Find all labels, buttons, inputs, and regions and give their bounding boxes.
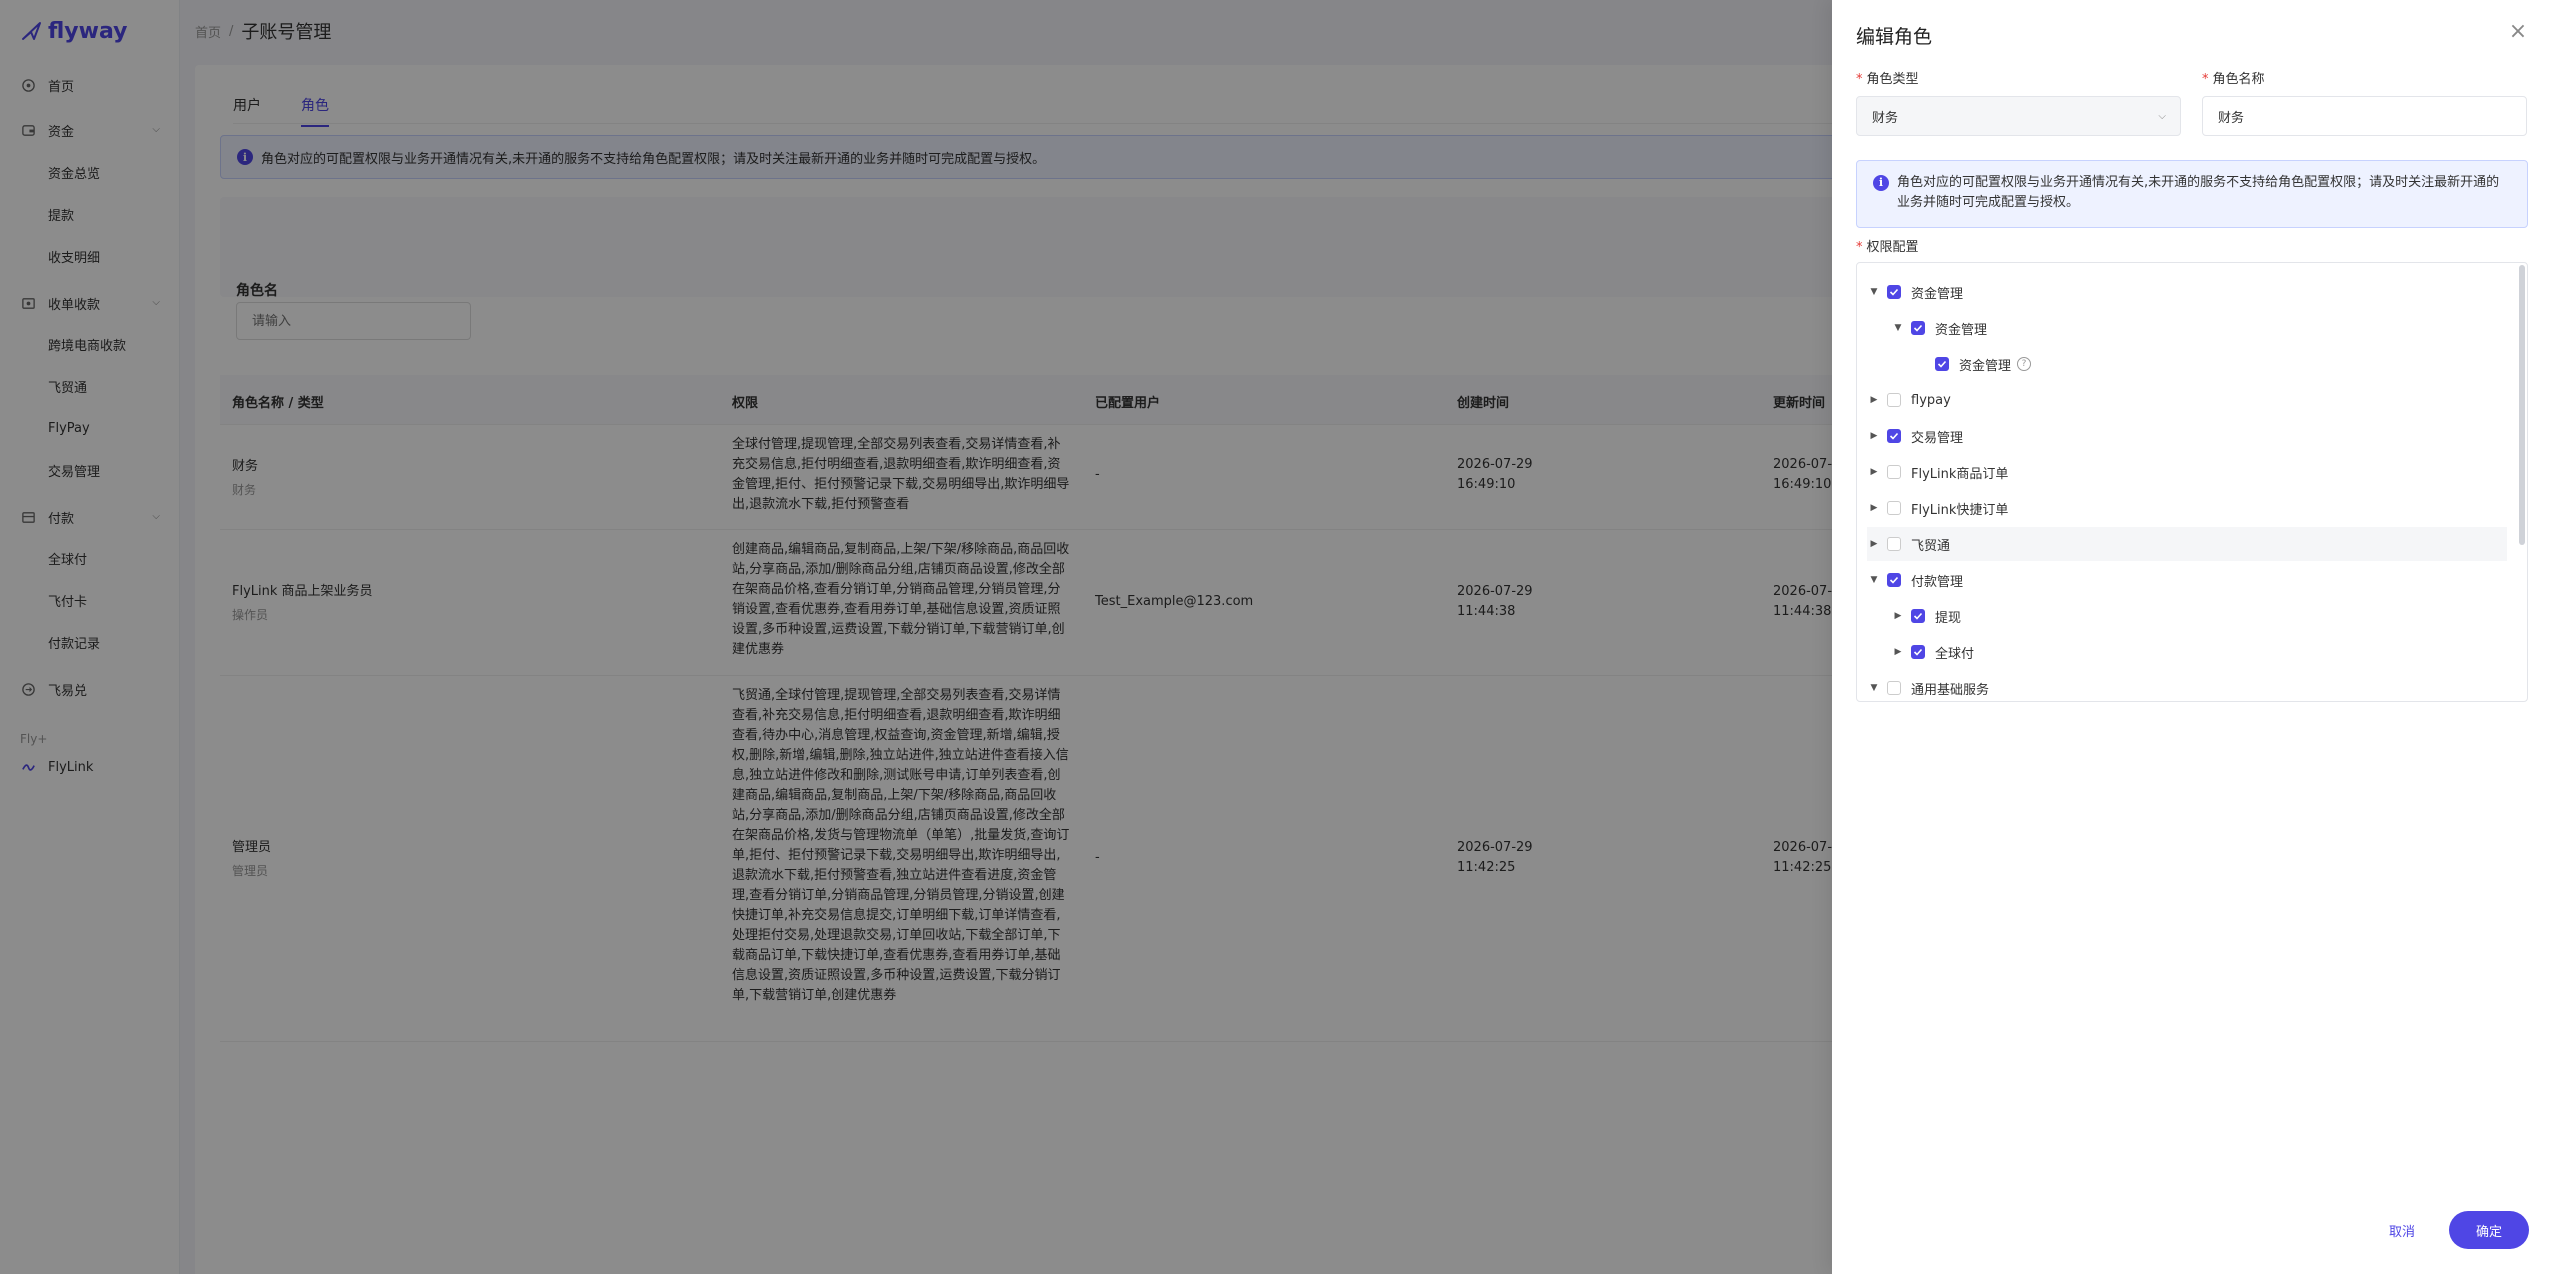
tree-node-label: 资金管理 (1911, 286, 1964, 302)
role-name-input-field[interactable] (2202, 96, 2527, 136)
caret-right-icon[interactable]: ▶ (1867, 501, 1881, 515)
tree-node[interactable]: 资金管理? (1867, 347, 2507, 381)
tree-checkbox[interactable] (1887, 537, 1901, 551)
help-icon[interactable]: ? (2017, 357, 2032, 371)
tree-node[interactable]: ▶ 交易管理 (1867, 419, 2507, 453)
caret-down-icon[interactable]: ▼ (1867, 681, 1881, 695)
confirm-button[interactable]: 确定 (2449, 1211, 2529, 1249)
tree-node[interactable]: ▶ FlyLink商品订单 (1867, 455, 2507, 489)
caret-right-icon[interactable]: ▶ (1867, 537, 1881, 551)
drawer-alert-text: 角色对应的可配置权限与业务开通情况有关,未开通的服务不支持给角色配置权限；请及时… (1897, 175, 2500, 210)
permission-tree: ▼ 资金管理 ▼ 资金管理 资金管理? ▶ flypay ▶ 交易管理 ▶ FlyLink商品订单 ▶… (1856, 262, 2528, 702)
tree-node[interactable]: ▶ flypay (1867, 383, 2507, 417)
caret-down-icon[interactable]: ▼ (1867, 573, 1881, 587)
tree-node[interactable]: ▼ 通用基础服务 (1867, 671, 2507, 701)
required-mark: * (2202, 72, 2209, 87)
caret-right-icon[interactable]: ▶ (1867, 465, 1881, 479)
tree-node-label: 付款管理 (1911, 574, 1964, 590)
perm-config-label: * 权限配置 (1856, 236, 1919, 255)
chevron-down-icon: ⌵ (2158, 111, 2166, 122)
tree-checkbox[interactable] (1887, 681, 1901, 695)
tree-checkbox[interactable] (1887, 573, 1901, 587)
required-mark: * (1856, 72, 1863, 87)
tree-node[interactable]: ▶ 全球付 (1867, 635, 2507, 669)
modal-overlay[interactable] (0, 0, 1832, 1274)
role-type-label: * 角色类型 (1856, 68, 1919, 87)
caret-down-icon[interactable]: ▼ (1891, 321, 1905, 335)
tree-checkbox[interactable] (1911, 321, 1925, 335)
tree-node-label: 通用基础服务 (1911, 682, 1990, 698)
tree-node-label: FlyLink商品订单 (1911, 466, 2009, 482)
tree-node-label: 资金管理 (1935, 322, 1988, 338)
tree-node-label: 资金管理 (1959, 358, 2012, 374)
caret-right-icon[interactable]: ▶ (1867, 429, 1881, 443)
tree-checkbox[interactable] (1911, 645, 1925, 659)
scrollbar[interactable] (2519, 265, 2525, 545)
tree-checkbox[interactable] (1911, 609, 1925, 623)
tree-checkbox[interactable] (1887, 501, 1901, 515)
role-type-label-text: 角色类型 (1866, 72, 1919, 87)
tree-checkbox[interactable] (1887, 393, 1901, 407)
tree-checkbox[interactable] (1887, 285, 1901, 299)
tree-node-label: flypay (1911, 392, 1951, 408)
tree-node-label: 全球付 (1935, 646, 1975, 662)
required-mark: * (1856, 240, 1863, 255)
tree-node[interactable]: ▼ 资金管理 (1867, 275, 2507, 309)
caret-down-icon[interactable]: ▼ (1867, 285, 1881, 299)
tree-node[interactable]: ▶ FlyLink快捷订单 (1867, 491, 2507, 525)
caret-right-icon[interactable]: ▶ (1867, 393, 1881, 407)
role-name-label: * 角色名称 (2202, 68, 2265, 87)
tree-node[interactable]: ▶ 提现 (1867, 599, 2507, 633)
tree-checkbox[interactable] (1935, 357, 1949, 371)
tree-node-label: 交易管理 (1911, 430, 1964, 446)
tree-node[interactable]: ▼ 付款管理 (1867, 563, 2507, 597)
tree-node[interactable]: ▼ 资金管理 (1867, 311, 2507, 345)
role-type-value: 财务 (1872, 110, 1899, 126)
caret-right-icon[interactable]: ▶ (1891, 645, 1905, 659)
drawer-title: 编辑角色 (1856, 26, 1933, 48)
perm-config-label-text: 权限配置 (1866, 240, 1919, 255)
tree-checkbox[interactable] (1887, 429, 1901, 443)
tree-node[interactable]: ▶ 飞贸通 (1867, 527, 2507, 561)
close-icon[interactable]: × (2508, 21, 2528, 43)
tree-checkbox[interactable] (1887, 465, 1901, 479)
role-type-select[interactable]: 财务 ⌵ (1856, 96, 2181, 136)
cancel-button[interactable]: 取消 (2372, 1211, 2432, 1249)
tree-node-label: 提现 (1935, 610, 1962, 626)
role-name-label-text: 角色名称 (2212, 72, 2265, 87)
tree-node-label: 飞贸通 (1911, 538, 1951, 554)
drawer-info-alert: i 角色对应的可配置权限与业务开通情况有关,未开通的服务不支持给角色配置权限；请… (1856, 160, 2528, 228)
info-icon: i (1873, 175, 1889, 191)
caret-right-icon[interactable]: ▶ (1891, 609, 1905, 623)
tree-node-label: FlyLink快捷订单 (1911, 502, 2009, 518)
edit-role-drawer: 编辑角色 × *角色类型 *角色名称 财务 ⌵ i 角色对应的可配置权限与业务开… (1832, 0, 2552, 1274)
